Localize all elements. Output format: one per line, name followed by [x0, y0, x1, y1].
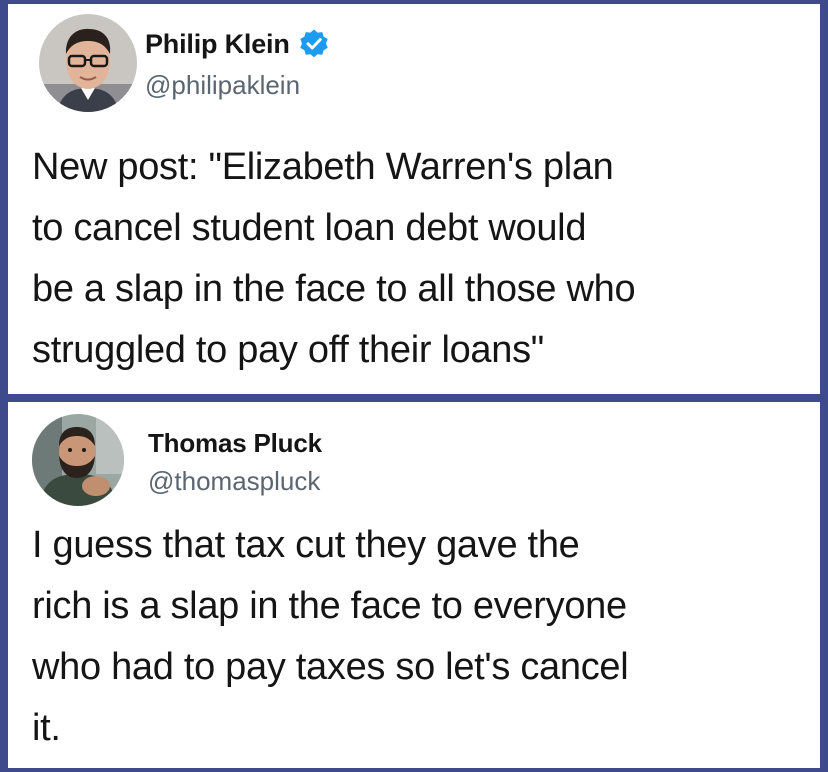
author-name-row: Thomas Pluck: [148, 428, 322, 459]
screenshot-root: { "tweets": [ { "display_name": "Philip …: [0, 0, 828, 772]
avatar[interactable]: [39, 14, 137, 112]
author-name-row: Philip Klein: [145, 28, 330, 60]
tweet-card-thomas-pluck[interactable]: Thomas Pluck @thomaspluck I guess that t…: [8, 402, 820, 768]
tweet-text: New post: "Elizabeth Warren's plan to ca…: [32, 146, 636, 371]
handle[interactable]: @thomaspluck: [148, 466, 320, 497]
person-with-glasses-avatar-icon: [39, 14, 137, 112]
tweet-card-philip-klein[interactable]: Philip Klein @philipaklein New post: "El…: [8, 4, 820, 394]
verified-badge-icon: [298, 28, 330, 60]
display-name[interactable]: Thomas Pluck: [148, 428, 322, 459]
tweet-text: I guess that tax cut they gave the rich …: [32, 524, 629, 749]
avatar[interactable]: [32, 414, 124, 506]
bearded-person-avatar-icon: [32, 414, 124, 506]
handle[interactable]: @philipaklein: [145, 70, 300, 101]
display-name[interactable]: Philip Klein: [145, 29, 290, 60]
